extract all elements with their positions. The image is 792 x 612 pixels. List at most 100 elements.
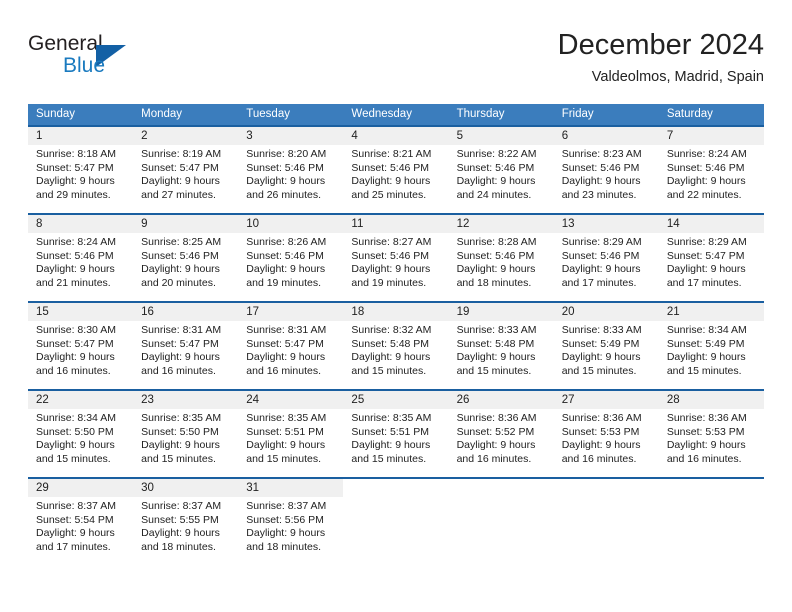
day-number: 5 bbox=[448, 127, 554, 145]
daylight-text: Daylight: 9 hours bbox=[456, 263, 536, 275]
day-details: Sunrise: 8:35 AM Sunset: 5:51 PM Daylight:… bbox=[343, 409, 448, 466]
calendar-day-cell[interactable]: 2 Sunrise: 8:19 AM Sunset: 5:47 PM Daylight… bbox=[133, 127, 239, 213]
day-details: Sunrise: 8:22 AM Sunset: 5:46 PM Daylight:… bbox=[449, 145, 554, 202]
sunrise-text: Sunrise: 8:32 AM bbox=[351, 324, 432, 336]
day-details: Sunrise: 8:27 AM Sunset: 5:46 PM Daylight:… bbox=[343, 233, 448, 290]
calendar-day-cell[interactable]: 22 Sunrise: 8:34 AM Sunset: 5:50 PM Dayligh… bbox=[28, 391, 134, 477]
sunrise-text: Sunrise: 8:19 AM bbox=[141, 148, 222, 160]
calendar-day-cell-empty bbox=[448, 479, 554, 565]
day-details: Sunrise: 8:37 AM Sunset: 5:54 PM Daylight:… bbox=[28, 497, 133, 554]
calendar-day-cell[interactable]: 13 Sunrise: 8:29 AM Sunset: 5:46 PM Dayligh… bbox=[553, 215, 659, 301]
daylight-text: and 15 minutes. bbox=[351, 452, 427, 465]
sunrise-text: Sunrise: 8:29 AM bbox=[666, 236, 747, 248]
day-number: 23 bbox=[133, 391, 239, 409]
calendar-day-cell[interactable]: 23 Sunrise: 8:35 AM Sunset: 5:50 PM Dayligh… bbox=[133, 391, 239, 477]
daylight-text: Daylight: 9 hours bbox=[666, 175, 746, 187]
calendar-day-cell[interactable]: 7 Sunrise: 8:24 AM Sunset: 5:46 PM Daylight… bbox=[658, 127, 764, 213]
sunset-text: Sunset: 5:46 PM bbox=[456, 249, 535, 262]
calendar-day-cell[interactable]: 5 Sunrise: 8:22 AM Sunset: 5:46 PM Daylight… bbox=[448, 127, 554, 213]
calendar-day-cell[interactable]: 24 Sunrise: 8:35 AM Sunset: 5:51 PM Dayligh… bbox=[238, 391, 344, 477]
day-number: 15 bbox=[28, 303, 134, 321]
calendar-day-cell[interactable]: 21 Sunrise: 8:34 AM Sunset: 5:49 PM Dayligh… bbox=[658, 303, 764, 389]
calendar-week-row: 15 Sunrise: 8:30 AM Sunset: 5:47 PM Dayligh… bbox=[28, 301, 764, 389]
day-number: 7 bbox=[658, 127, 764, 145]
calendar-day-cell[interactable]: 6 Sunrise: 8:23 AM Sunset: 5:46 PM Daylight… bbox=[553, 127, 659, 213]
calendar-day-cell[interactable]: 1 Sunrise: 8:18 AM Sunset: 5:47 PM Daylight… bbox=[28, 127, 134, 213]
sunset-text: Sunset: 5:56 PM bbox=[246, 513, 324, 526]
daylight-text: and 25 minutes. bbox=[351, 188, 427, 201]
daylight-text: Daylight: 9 hours bbox=[666, 351, 746, 363]
daylight-text: Daylight: 9 hours bbox=[561, 439, 641, 451]
daylight-text: Daylight: 9 hours bbox=[141, 439, 220, 451]
sunset-text: Sunset: 5:46 PM bbox=[561, 249, 640, 262]
calendar-day-cell[interactable]: 31 Sunrise: 8:37 AM Sunset: 5:56 PM Dayligh… bbox=[238, 479, 344, 565]
daylight-text: Daylight: 9 hours bbox=[36, 351, 115, 363]
day-number: 20 bbox=[553, 303, 659, 321]
calendar-day-cell[interactable]: 26 Sunrise: 8:36 AM Sunset: 5:52 PM Dayligh… bbox=[448, 391, 554, 477]
calendar-day-cell[interactable]: 25 Sunrise: 8:35 AM Sunset: 5:51 PM Dayligh… bbox=[343, 391, 449, 477]
calendar-day-cell[interactable]: 30 Sunrise: 8:37 AM Sunset: 5:55 PM Dayligh… bbox=[133, 479, 239, 565]
sunrise-text: Sunrise: 8:36 AM bbox=[456, 412, 537, 424]
calendar-day-cell[interactable]: 8 Sunrise: 8:24 AM Sunset: 5:46 PM Daylight… bbox=[28, 215, 134, 301]
daylight-text: and 16 minutes. bbox=[456, 452, 532, 465]
sunset-text: Sunset: 5:46 PM bbox=[246, 161, 324, 174]
general-blue-logo[interactable]: General Blue bbox=[28, 32, 208, 88]
day-number: 14 bbox=[658, 215, 764, 233]
calendar-day-cell[interactable]: 16 Sunrise: 8:31 AM Sunset: 5:47 PM Dayligh… bbox=[133, 303, 239, 389]
calendar-day-cell[interactable]: 14 Sunrise: 8:29 AM Sunset: 5:47 PM Dayligh… bbox=[658, 215, 764, 301]
daylight-text: Daylight: 9 hours bbox=[246, 175, 326, 187]
calendar-day-cell[interactable]: 20 Sunrise: 8:33 AM Sunset: 5:49 PM Dayligh… bbox=[553, 303, 659, 389]
sunset-text: Sunset: 5:47 PM bbox=[246, 337, 324, 350]
daylight-text: and 16 minutes. bbox=[246, 364, 321, 377]
day-number bbox=[553, 479, 659, 497]
calendar-day-cell[interactable]: 15 Sunrise: 8:30 AM Sunset: 5:47 PM Dayligh… bbox=[28, 303, 134, 389]
calendar-day-cell[interactable]: 18 Sunrise: 8:32 AM Sunset: 5:48 PM Dayligh… bbox=[343, 303, 449, 389]
sunset-text: Sunset: 5:46 PM bbox=[351, 249, 430, 262]
day-details: Sunrise: 8:24 AM Sunset: 5:46 PM Daylight:… bbox=[28, 233, 133, 290]
daylight-text: Daylight: 9 hours bbox=[666, 263, 746, 275]
calendar-day-cell[interactable]: 9 Sunrise: 8:25 AM Sunset: 5:46 PM Daylight… bbox=[133, 215, 239, 301]
day-details: Sunrise: 8:33 AM Sunset: 5:48 PM Daylight:… bbox=[449, 321, 554, 378]
daylight-text: Daylight: 9 hours bbox=[36, 527, 115, 539]
sunrise-text: Sunrise: 8:31 AM bbox=[141, 324, 222, 336]
day-details bbox=[554, 497, 659, 500]
daylight-text: Daylight: 9 hours bbox=[561, 175, 641, 187]
calendar-day-cell[interactable]: 10 Sunrise: 8:26 AM Sunset: 5:46 PM Dayligh… bbox=[238, 215, 344, 301]
title-block: December 2024 Valdeolmos, Madrid, Spain bbox=[558, 28, 764, 87]
sunrise-text: Sunrise: 8:30 AM bbox=[36, 324, 116, 336]
daylight-text: Daylight: 9 hours bbox=[561, 263, 641, 275]
sunrise-text: Sunrise: 8:31 AM bbox=[246, 324, 327, 336]
calendar-day-cell[interactable]: 11 Sunrise: 8:27 AM Sunset: 5:46 PM Dayligh… bbox=[343, 215, 449, 301]
sunrise-text: Sunrise: 8:23 AM bbox=[561, 148, 642, 160]
weekday-header-friday: Friday bbox=[561, 108, 594, 120]
day-number: 4 bbox=[343, 127, 449, 145]
sunrise-text: Sunrise: 8:33 AM bbox=[561, 324, 642, 336]
calendar-day-cell[interactable]: 27 Sunrise: 8:36 AM Sunset: 5:53 PM Dayligh… bbox=[553, 391, 659, 477]
day-details: Sunrise: 8:25 AM Sunset: 5:46 PM Daylight:… bbox=[133, 233, 238, 290]
weekday-header-wednesday: Wednesday bbox=[351, 108, 412, 120]
sunrise-text: Sunrise: 8:36 AM bbox=[666, 412, 747, 424]
daylight-text: and 24 minutes. bbox=[456, 188, 532, 201]
daylight-text: and 15 minutes. bbox=[456, 364, 532, 377]
daylight-text: Daylight: 9 hours bbox=[351, 351, 431, 363]
daylight-text: Daylight: 9 hours bbox=[141, 527, 220, 539]
page-header: General Blue December 2024 Valdeolmos, M… bbox=[28, 28, 764, 98]
calendar-day-cell[interactable]: 28 Sunrise: 8:36 AM Sunset: 5:53 PM Dayligh… bbox=[658, 391, 764, 477]
weekday-header-saturday: Saturday bbox=[666, 108, 713, 120]
day-details: Sunrise: 8:21 AM Sunset: 5:46 PM Daylight:… bbox=[343, 145, 448, 202]
day-number: 3 bbox=[238, 127, 344, 145]
daylight-text: Daylight: 9 hours bbox=[561, 351, 641, 363]
calendar-day-cell[interactable]: 19 Sunrise: 8:33 AM Sunset: 5:48 PM Dayligh… bbox=[448, 303, 554, 389]
daylight-text: and 16 minutes. bbox=[36, 364, 111, 377]
day-number: 30 bbox=[133, 479, 239, 497]
calendar-day-cell[interactable]: 29 Sunrise: 8:37 AM Sunset: 5:54 PM Dayligh… bbox=[28, 479, 134, 565]
calendar-day-cell[interactable]: 17 Sunrise: 8:31 AM Sunset: 5:47 PM Dayligh… bbox=[238, 303, 344, 389]
calendar-day-cell[interactable]: 4 Sunrise: 8:21 AM Sunset: 5:46 PM Daylight… bbox=[343, 127, 449, 213]
daylight-text: and 16 minutes. bbox=[141, 364, 216, 377]
sunrise-text: Sunrise: 8:37 AM bbox=[141, 500, 222, 512]
day-number: 12 bbox=[448, 215, 554, 233]
calendar-day-cell[interactable]: 12 Sunrise: 8:28 AM Sunset: 5:46 PM Dayligh… bbox=[448, 215, 554, 301]
calendar-day-cell[interactable]: 3 Sunrise: 8:20 AM Sunset: 5:46 PM Daylight… bbox=[238, 127, 344, 213]
weekday-header-monday: Monday bbox=[141, 108, 183, 120]
sunrise-text: Sunrise: 8:25 AM bbox=[141, 236, 222, 248]
